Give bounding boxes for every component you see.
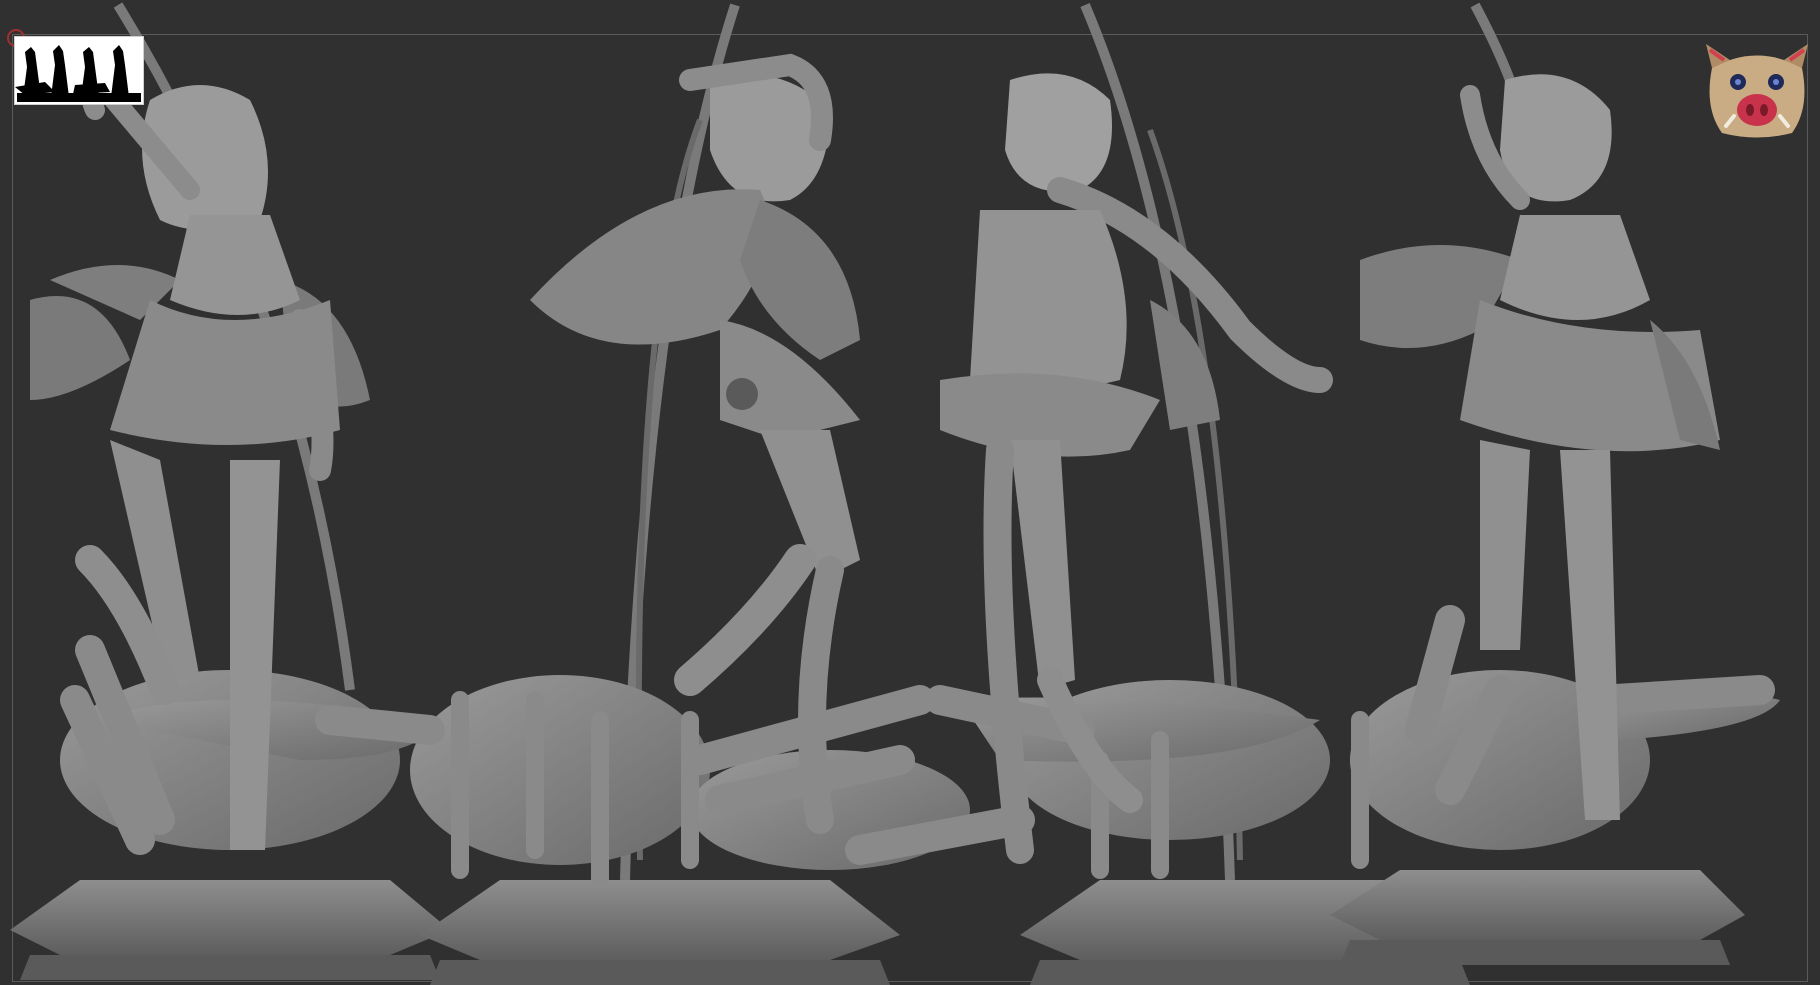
silhouettes-icon: [15, 45, 141, 102]
boar-mask-icon[interactable]: [1702, 38, 1812, 142]
bases: [10, 870, 1745, 985]
boar-head-icon: [1706, 44, 1808, 138]
figure-silhouettes-thumbnail[interactable]: [14, 36, 144, 105]
sculpt-scene[interactable]: [0, 0, 1820, 985]
sculpt-viewport[interactable]: [0, 0, 1820, 985]
